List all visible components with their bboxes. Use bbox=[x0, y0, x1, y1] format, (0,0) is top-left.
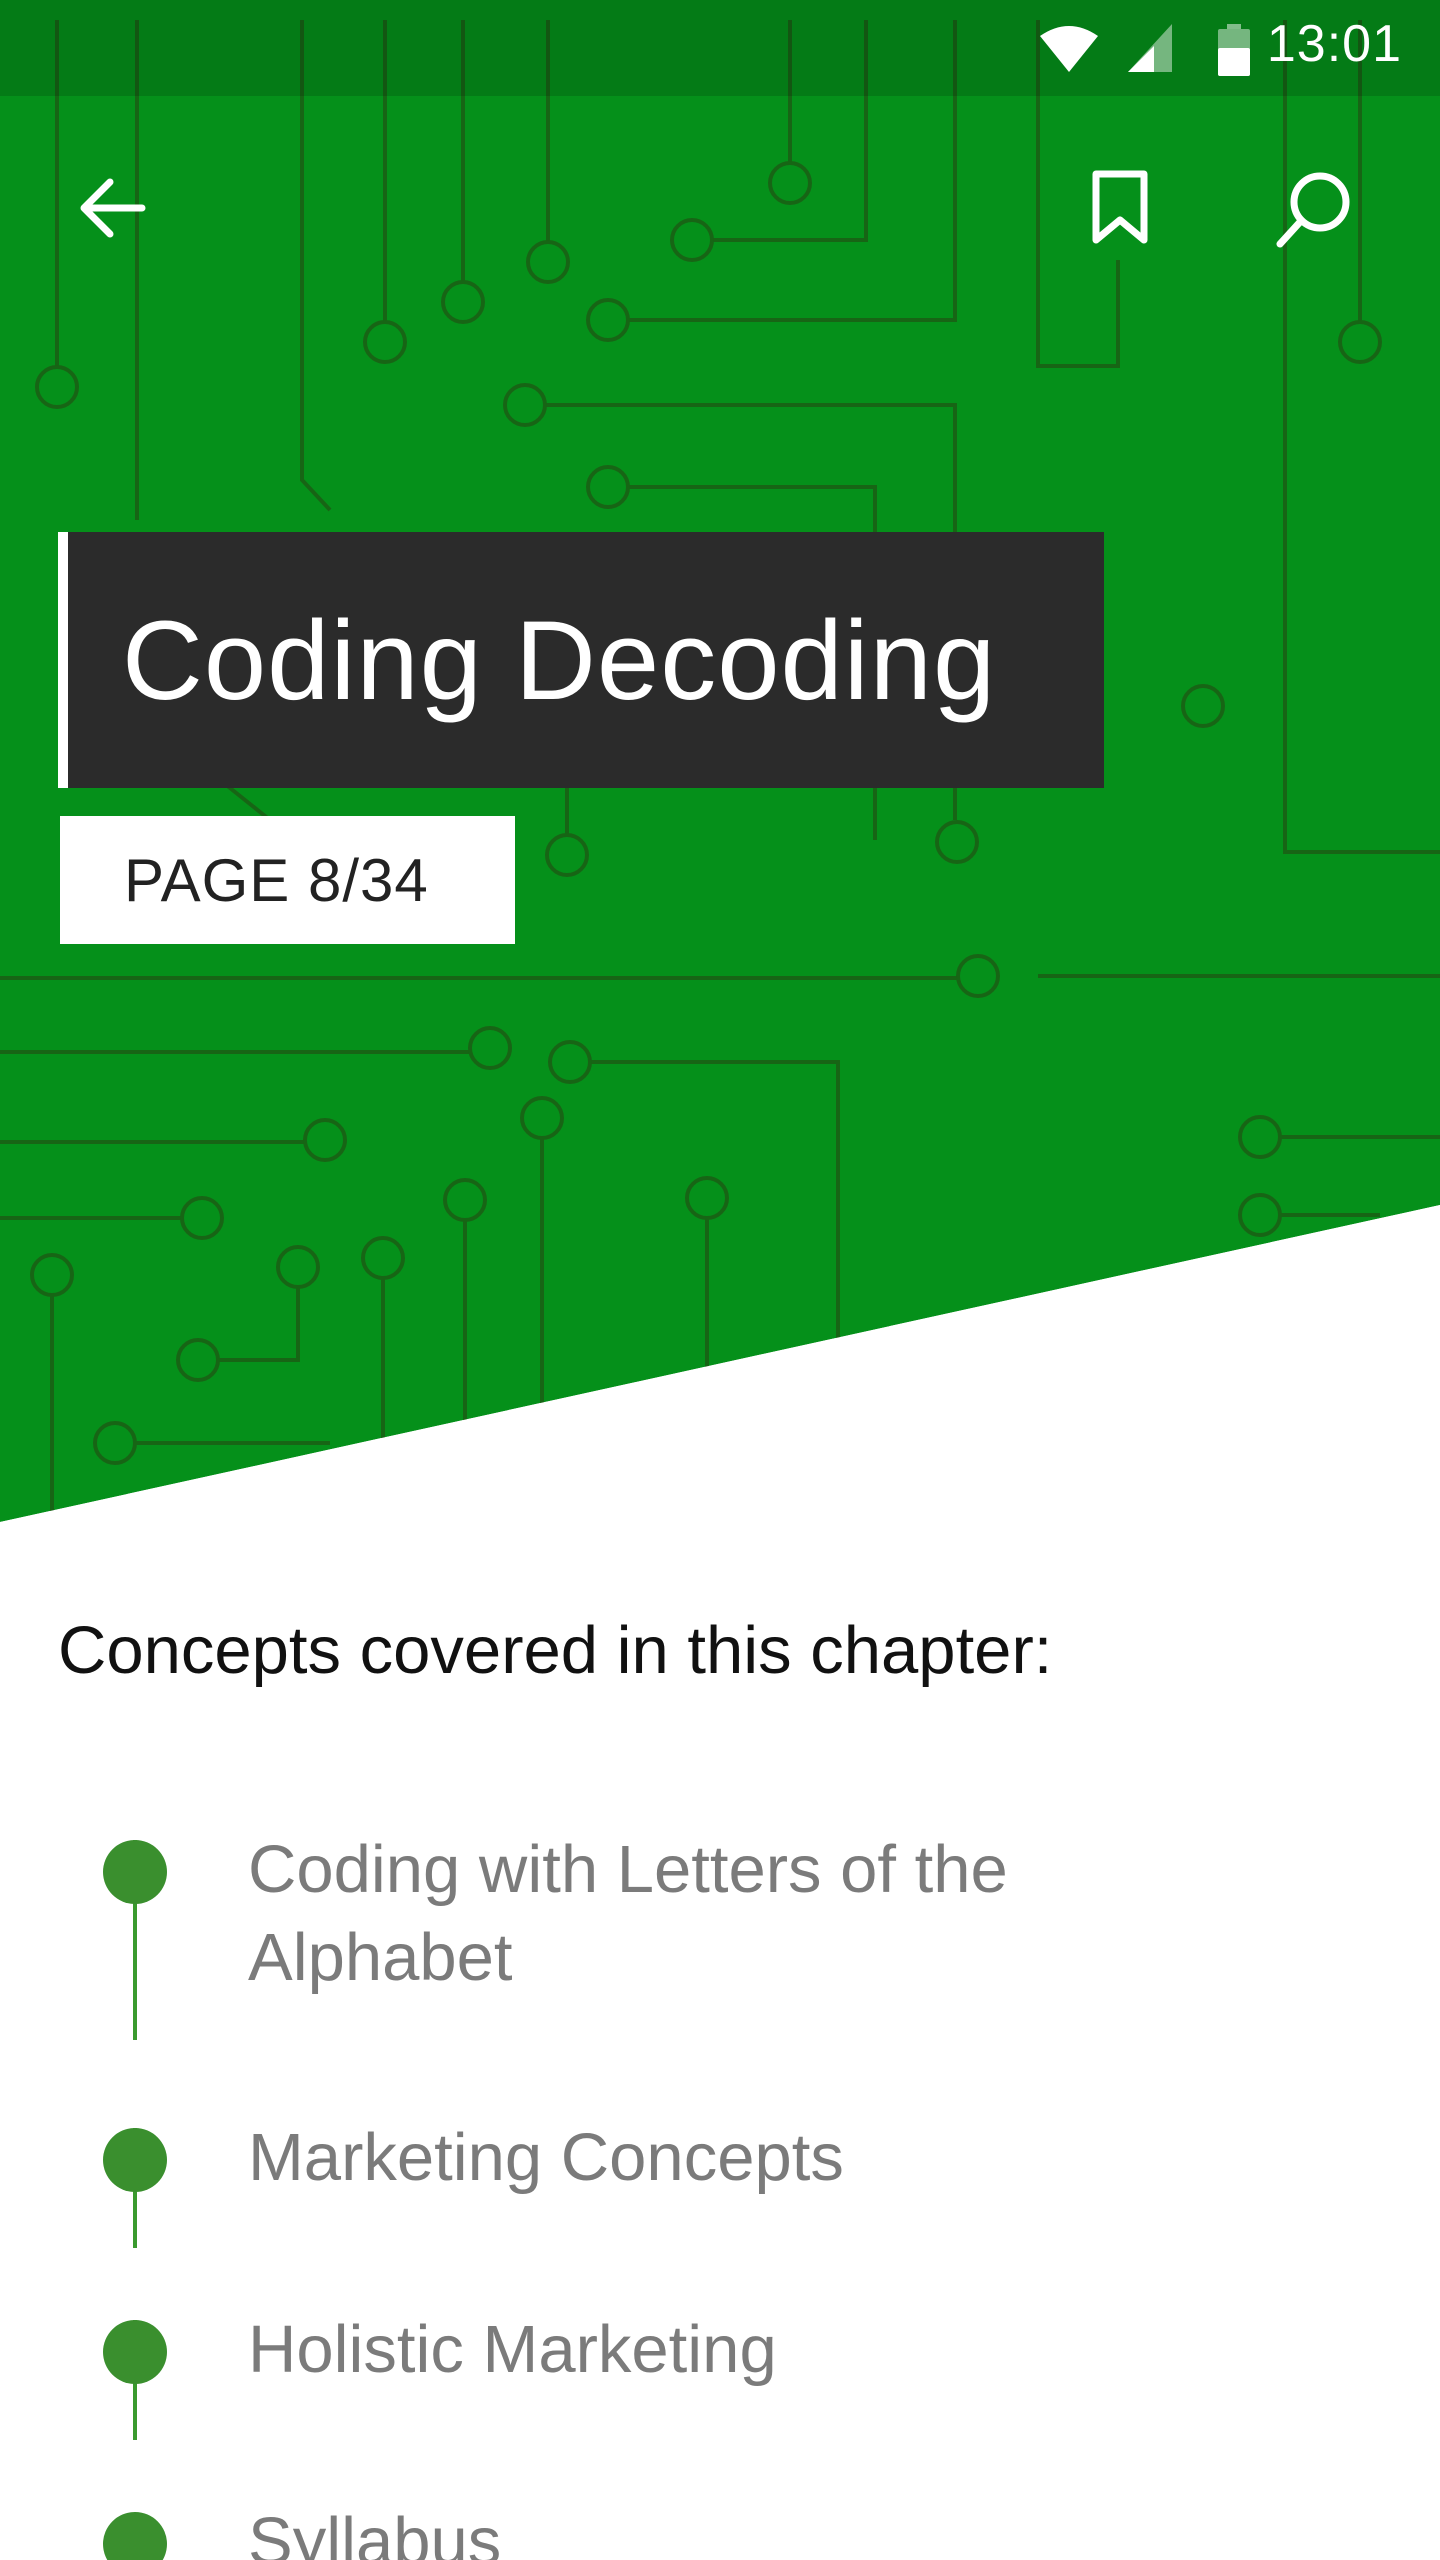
page-badge: PAGE 8/34 bbox=[60, 816, 515, 944]
chapter-title-box: Coding Decoding bbox=[58, 532, 1104, 788]
concept-item[interactable]: Coding with Letters of the Alphabet bbox=[248, 1826, 1168, 2002]
chapter-hero: 13:01 Coding Decoding PAGE 8/34 bbox=[0, 0, 1440, 1530]
status-time: 13:01 bbox=[1266, 15, 1402, 73]
wifi-icon bbox=[1040, 24, 1098, 79]
concept-item[interactable]: Holistic Marketing bbox=[248, 2306, 1168, 2394]
bookmark-button[interactable] bbox=[1060, 148, 1180, 268]
concepts-heading: Concepts covered in this chapter: bbox=[58, 1613, 1053, 1688]
search-button[interactable] bbox=[1254, 148, 1374, 268]
cell-signal-icon bbox=[1128, 24, 1172, 77]
status-bar: 13:01 bbox=[0, 0, 1440, 96]
search-icon bbox=[1276, 172, 1350, 248]
concept-item[interactable]: Marketing Concepts bbox=[248, 2114, 1168, 2202]
concept-item[interactable]: Syllabus bbox=[248, 2498, 1168, 2560]
back-button[interactable] bbox=[52, 148, 172, 268]
timeline-dot bbox=[103, 2512, 167, 2560]
chapter-title: Coding Decoding bbox=[122, 597, 997, 723]
timeline-dot bbox=[103, 2128, 167, 2192]
timeline-dot bbox=[103, 1840, 167, 1904]
screen: 13:01 Coding Decoding PAGE 8/34 Concepts… bbox=[0, 0, 1440, 2560]
arrow-left-icon bbox=[80, 178, 146, 238]
battery-icon bbox=[1218, 24, 1250, 81]
page-indicator: PAGE 8/34 bbox=[124, 846, 429, 914]
bookmark-icon bbox=[1092, 170, 1148, 244]
timeline-dot bbox=[103, 2320, 167, 2384]
